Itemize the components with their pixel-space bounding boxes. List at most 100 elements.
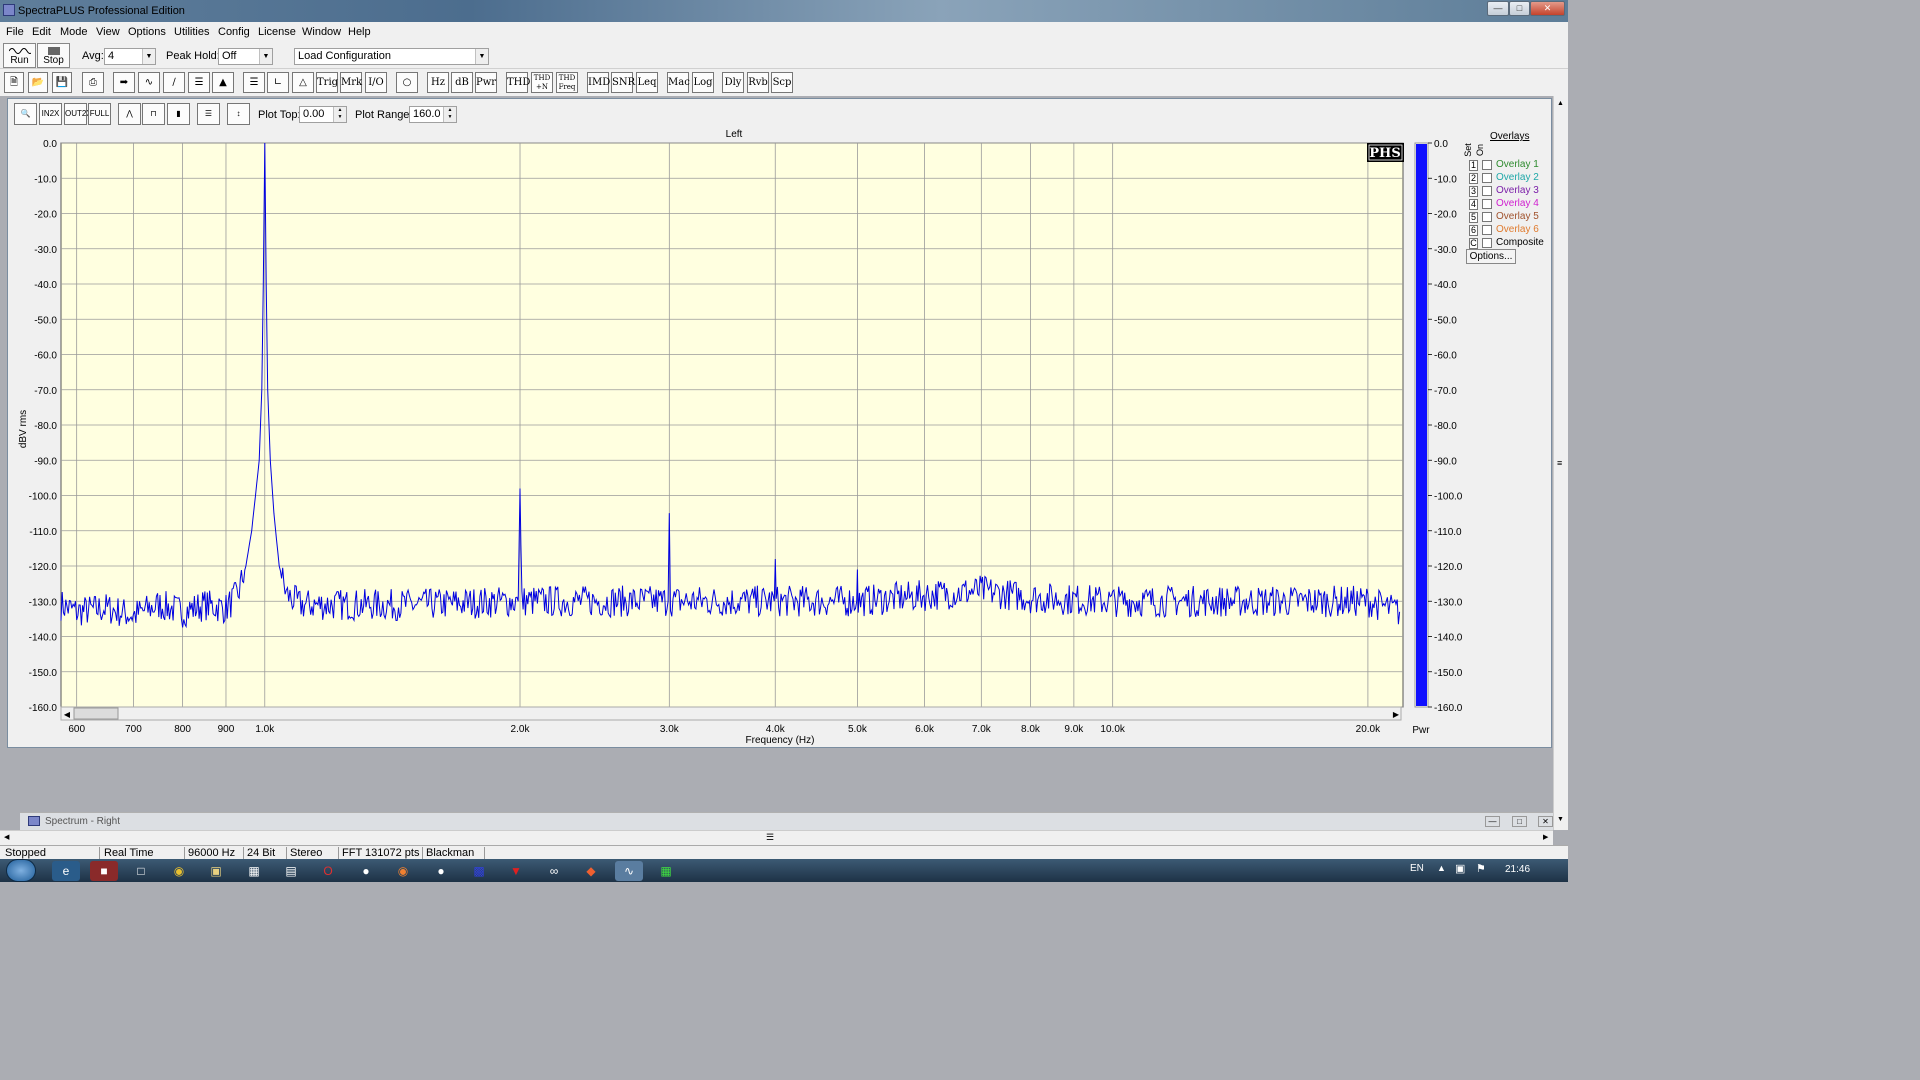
scroll-up-icon[interactable]: ▲ <box>1557 100 1564 107</box>
overlay-set-button[interactable]: C <box>1469 238 1478 249</box>
app-icon[interactable]: ▦ <box>652 861 680 881</box>
horizontal-main-scrollbar[interactable]: ◀ ☰ ▶ <box>0 830 1553 845</box>
overlay-options-button[interactable]: Options... <box>1466 249 1516 264</box>
spectrum-right-window[interactable]: Spectrum - Right — □ ✕ <box>20 812 1555 830</box>
language-indicator[interactable]: EN <box>1410 863 1424 874</box>
peak-hold-select[interactable]: Off ▼ <box>218 48 273 65</box>
overlay-set-button[interactable]: 1 <box>1469 160 1478 171</box>
minimize-button[interactable]: — <box>1487 1 1509 16</box>
scroll-down-icon[interactable]: ▼ <box>1557 816 1564 823</box>
horizontal-scrollbar[interactable]: ◀ ▶ <box>60 706 1402 721</box>
overlay-on-checkbox[interactable] <box>1482 225 1492 235</box>
thd-button[interactable]: THD <box>506 72 530 93</box>
menu-file[interactable]: File <box>6 26 24 38</box>
overlay-set-button[interactable]: 6 <box>1469 225 1478 236</box>
print-icon[interactable]: ⎙ <box>82 72 104 93</box>
delay-button[interactable]: Dly <box>722 72 744 93</box>
hz-button[interactable]: Hz <box>427 72 449 93</box>
macro-button[interactable]: Mac <box>667 72 690 93</box>
bars-icon[interactable]: ☰ <box>188 72 210 93</box>
list-icon[interactable]: ☰ <box>243 72 265 93</box>
app-icon[interactable]: ◆ <box>577 861 605 881</box>
menu-edit[interactable]: Edit <box>32 26 51 38</box>
menu-config[interactable]: Config <box>218 26 250 38</box>
pwr-button[interactable]: Pwr <box>475 72 497 93</box>
overlay-on-checkbox[interactable] <box>1482 173 1492 183</box>
flag-icon[interactable]: ⚑ <box>1476 862 1486 875</box>
menu-mode[interactable]: Mode <box>60 26 88 38</box>
overlay-on-checkbox[interactable] <box>1482 199 1492 209</box>
scroll-right-icon[interactable]: ▶ <box>1393 710 1400 719</box>
app-icon[interactable]: □ <box>127 861 155 881</box>
opera-icon[interactable]: O <box>314 861 342 881</box>
scroll-left-icon[interactable]: ◀ <box>4 833 9 841</box>
run-button[interactable]: Run <box>3 43 36 68</box>
scope-button[interactable]: Scp <box>771 72 793 93</box>
app-icon[interactable]: ● <box>427 861 455 881</box>
app-icon[interactable]: ● <box>352 861 380 881</box>
app-icon[interactable]: ▩ <box>465 861 493 881</box>
network-icon[interactable]: ▣ <box>1455 862 1465 875</box>
thd-n-button[interactable]: THD +N <box>531 72 553 93</box>
snr-button[interactable]: SNR <box>611 72 635 93</box>
start-icon[interactable] <box>6 859 36 882</box>
menu-utilities[interactable]: Utilities <box>174 26 209 38</box>
new-file-icon[interactable]: 🗎 <box>4 72 24 93</box>
overlay-on-checkbox[interactable] <box>1482 160 1492 170</box>
overlay-set-button[interactable]: 3 <box>1469 186 1478 197</box>
spectrogram-icon[interactable]: ▲ <box>212 72 234 93</box>
leq-button[interactable]: Leq <box>636 72 658 93</box>
chrome-icon[interactable]: ◉ <box>165 861 193 881</box>
scroll-thumb[interactable] <box>73 707 119 720</box>
io-button[interactable]: I/O <box>365 72 387 93</box>
stop-button[interactable]: Stop <box>37 43 70 68</box>
restore-icon[interactable]: □ <box>1512 816 1527 827</box>
menu-license[interactable]: License <box>258 26 296 38</box>
overlay-set-button[interactable]: 2 <box>1469 173 1478 184</box>
clock[interactable]: 21:46 <box>1505 864 1530 875</box>
fast-forward-icon[interactable]: ➡ <box>113 72 135 93</box>
firefox-icon[interactable]: ◉ <box>389 861 417 881</box>
scroll-left-icon[interactable]: ◀ <box>64 710 71 719</box>
scroll-right-icon[interactable]: ▶ <box>1543 833 1548 841</box>
menu-options[interactable]: Options <box>128 26 166 38</box>
menu-window[interactable]: Window <box>302 26 341 38</box>
axis-icon[interactable]: ∟ <box>267 72 289 93</box>
thd-freq-button[interactable]: THD Freq <box>556 72 578 93</box>
trig-button[interactable]: Trig <box>316 72 338 93</box>
vertical-scrollbar[interactable]: ▲ ≡ ▼ <box>1553 96 1568 830</box>
avg-select[interactable]: 4 ▼ <box>104 48 156 65</box>
reverb-button[interactable]: Rvb <box>747 72 769 93</box>
generator-icon[interactable]: △ <box>292 72 314 93</box>
folder-icon[interactable]: ▣ <box>202 861 230 881</box>
marker-button[interactable]: Mrk <box>340 72 362 93</box>
app-icon[interactable]: ▼ <box>502 861 530 881</box>
app-icon[interactable]: ∞ <box>540 861 568 881</box>
overlay-on-checkbox[interactable] <box>1482 186 1492 196</box>
spectraplus-taskbar-icon[interactable]: ∿ <box>615 861 643 881</box>
scroll-grip-icon[interactable]: ≡ <box>1557 458 1562 468</box>
open-folder-icon[interactable]: 📂 <box>28 72 48 93</box>
slope-icon[interactable]: ∕ <box>163 72 185 93</box>
overlay-set-button[interactable]: 5 <box>1469 212 1478 223</box>
scroll-grip-icon[interactable]: ☰ <box>766 832 774 843</box>
app-icon[interactable]: ▦ <box>240 861 268 881</box>
signal-generator-icon[interactable]: ○ <box>396 72 418 93</box>
waveform-icon[interactable]: ∿ <box>138 72 160 93</box>
app-icon[interactable]: ■ <box>90 861 118 881</box>
app-icon[interactable]: ▤ <box>277 861 305 881</box>
close-button[interactable]: ✕ <box>1530 1 1565 16</box>
imd-button[interactable]: IMD <box>587 72 610 93</box>
menu-help[interactable]: Help <box>348 26 371 38</box>
maximize-button[interactable]: □ <box>1509 1 1530 16</box>
db-button[interactable]: dB <box>451 72 473 93</box>
overlay-on-checkbox[interactable] <box>1482 238 1492 248</box>
overlay-on-checkbox[interactable] <box>1482 212 1492 222</box>
menu-view[interactable]: View <box>96 26 120 38</box>
close-icon[interactable]: ✕ <box>1538 816 1553 827</box>
configuration-select[interactable]: Load Configuration ▼ <box>294 48 489 65</box>
log-button[interactable]: Log <box>692 72 714 93</box>
tray-arrow-icon[interactable]: ▲ <box>1437 863 1446 873</box>
save-icon[interactable]: 💾 <box>52 72 72 93</box>
overlay-set-button[interactable]: 4 <box>1469 199 1478 210</box>
